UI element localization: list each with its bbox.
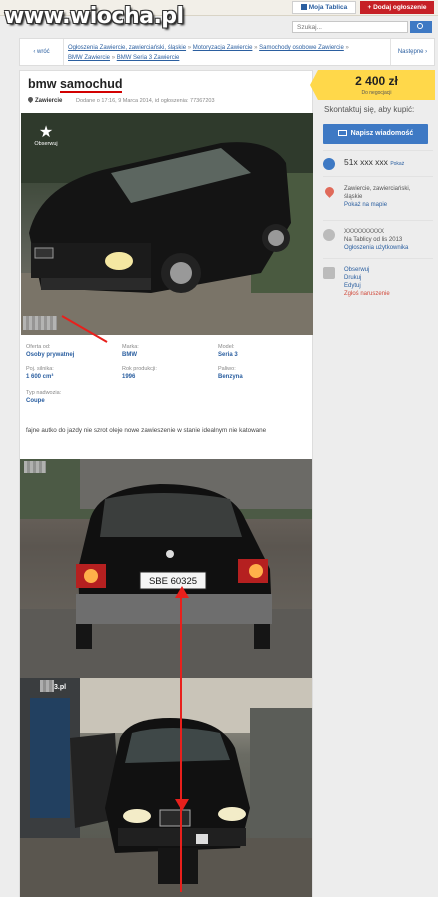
next-link[interactable]: Następne ›: [390, 39, 434, 65]
listing-description: fajne autko do jazdy nie szrot oleje now…: [26, 427, 267, 434]
actions-row: Obserwuj Drukuj Edytuj Zgłoś naruszenie: [323, 258, 433, 304]
back-label: wróć: [37, 49, 50, 55]
breadcrumb-item[interactable]: Motoryzacja Zawiercie: [193, 45, 253, 51]
search-icon: [417, 23, 423, 29]
breadcrumb-bar: ‹ wróć Ogłoszenia Zawiercie, zawierciańs…: [19, 38, 435, 66]
title-word: bmw: [28, 77, 60, 91]
param-body: Typ nadwozia: Coupe: [26, 390, 62, 404]
main-photo[interactable]: ★ Obserwuj: [21, 113, 313, 335]
user-avatar-icon: [323, 229, 335, 241]
chat-icon: [323, 267, 335, 279]
param-offer-from: Oferta od: Osoby prywatnej: [26, 344, 75, 358]
follow-label: Obserwuj: [34, 141, 58, 147]
param-engine: Poj. silnika: 1 600 cm³: [26, 366, 54, 380]
photo-front[interactable]: 3.pl: [20, 678, 312, 897]
negotiable-label: Do negocjacji: [361, 90, 392, 96]
location-label: Zawiercie: [35, 98, 63, 104]
map-pin-icon: [323, 185, 336, 198]
blurred-region: [24, 461, 46, 473]
user-ads-link[interactable]: Ogłoszenia użytkownika: [344, 244, 408, 252]
search-button[interactable]: [410, 21, 432, 33]
envelope-icon: [337, 130, 347, 136]
back-link[interactable]: ‹ wróć: [20, 39, 64, 65]
param-year: Rok produkcji: 1996: [122, 366, 157, 380]
param-brand: Marka: BMW: [122, 344, 139, 358]
blurred-region: [23, 316, 57, 330]
annotation-arrow-vertical: [180, 592, 182, 892]
breadcrumb-item[interactable]: BMW Zawiercie: [68, 55, 110, 61]
user-row: XXXXXXXXXX Na Tablicy od lis 2013 Ogłosz…: [323, 220, 433, 258]
price: 2 400 zł: [355, 74, 398, 88]
watermark: www.wiocha.pl: [4, 4, 184, 29]
photo-tag: 3.pl: [54, 684, 67, 691]
breadcrumb-item[interactable]: Samochody osobowe Zawiercie: [259, 45, 344, 51]
location-pin-icon: [26, 95, 35, 104]
user-name: XXXXXXXXXX: [344, 229, 385, 235]
user-since: Na Tablicy od lis 2013: [344, 237, 403, 243]
user-icon: [300, 4, 307, 10]
phone-number: 51x xxx xxx: [344, 157, 388, 167]
star-icon: ★: [38, 122, 54, 141]
send-message-label: Napisz wiadomość: [350, 130, 414, 137]
listing-title: bmw samochud: [28, 77, 123, 93]
breadcrumb-item[interactable]: Ogłoszenia Zawiercie, zawierciański, ślą…: [68, 45, 186, 51]
breadcrumb-item[interactable]: BMW Seria 3 Zawiercie: [117, 55, 180, 61]
my-account-button[interactable]: Moja Tablica: [292, 1, 356, 14]
car-front-garage-photo: [20, 678, 312, 897]
print-link[interactable]: Drukuj: [344, 274, 390, 282]
show-map-link[interactable]: Pokaż na mapie: [344, 201, 424, 209]
report-link[interactable]: Zgłoś naruszenie: [344, 290, 390, 298]
phone-icon: [323, 158, 335, 170]
blurred-region: [40, 680, 54, 692]
arrow-head-up: [175, 586, 189, 598]
license-plate: SBE 60325: [149, 576, 197, 587]
listing-meta: Dodane o 17:16, 9 Marca 2014, id ogłosze…: [76, 98, 215, 104]
next-label: Następne: [397, 49, 424, 55]
address: Zawiercie, zawierciański, śląskie: [344, 186, 411, 200]
breadcrumb: Ogłoszenia Zawiercie, zawierciański, ślą…: [68, 45, 349, 61]
search-input[interactable]: [292, 21, 408, 33]
arrow-head-down: [175, 799, 189, 811]
send-message-button[interactable]: Napisz wiadomość: [323, 124, 428, 144]
edit-link[interactable]: Edytuj: [344, 282, 390, 290]
car-rear-photo: SBE 60325: [20, 459, 312, 678]
photo-rear[interactable]: SBE 60325: [20, 459, 312, 678]
follow-button[interactable]: ★ Obserwuj: [31, 123, 61, 157]
car-front-photo: [21, 113, 313, 335]
add-listing-button[interactable]: + Dodaj ogłoszenie: [360, 1, 434, 14]
listing-panel: bmw samochud Zawiercie Dodane o 17:16, 9…: [19, 70, 313, 897]
phone-row: 51x xxx xxx Pokaż: [323, 150, 433, 176]
param-model: Model: Seria 3: [218, 344, 238, 358]
my-account-label: Moja Tablica: [308, 4, 348, 11]
listing-location: Zawiercie: [26, 95, 63, 104]
address-row: Zawiercie, zawierciański, śląskie Pokaż …: [323, 176, 433, 220]
title-word-underlined: samochud: [59, 77, 123, 93]
contact-heading: Skontaktuj się, aby kupić:: [324, 105, 415, 114]
follow-link[interactable]: Obserwuj: [344, 266, 390, 274]
param-fuel: Paliwo: Benzyna: [218, 366, 243, 380]
show-phone-button[interactable]: Pokaż: [390, 161, 404, 167]
price-box: 2 400 zł Do negocjacji: [310, 70, 435, 100]
